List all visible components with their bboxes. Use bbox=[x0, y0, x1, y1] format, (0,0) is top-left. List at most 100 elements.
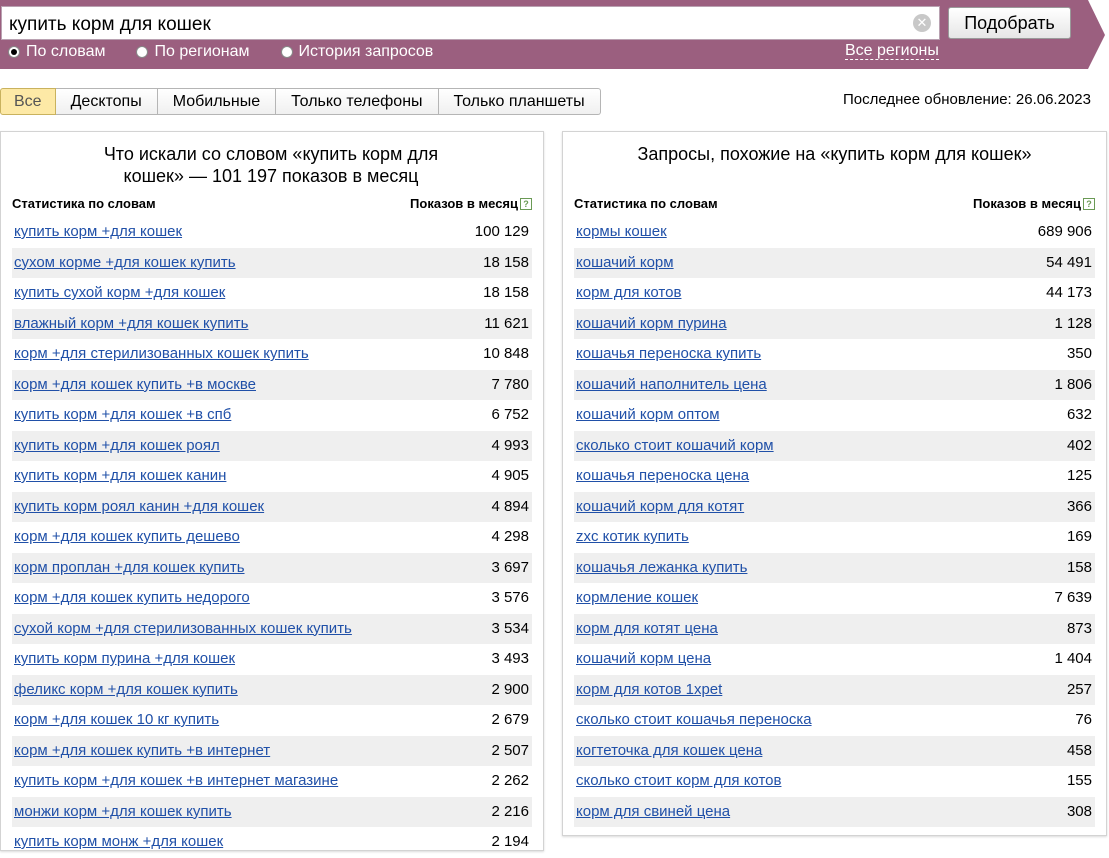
impressions-count: 76 bbox=[1075, 711, 1092, 728]
search-mode-group: По словам По регионам История запросов bbox=[8, 42, 464, 62]
table-row: сколько стоит корм для котов 155 bbox=[574, 766, 1095, 797]
query-link[interactable]: кошачья лежанка купить bbox=[576, 559, 747, 576]
query-link[interactable]: корм для котят цена bbox=[576, 620, 718, 637]
radio-by-regions[interactable]: По регионам bbox=[136, 43, 250, 61]
column-header-label: Показов в месяц bbox=[973, 196, 1081, 211]
query-link[interactable]: купить корм +для кошек bbox=[14, 223, 182, 240]
query-link[interactable]: купить корм +для кошек +в интернет магаз… bbox=[14, 772, 338, 789]
table-row: купить корм монж +для кошек 2 194 bbox=[12, 827, 532, 858]
query-link[interactable]: кошачий наполнитель цена bbox=[576, 376, 767, 393]
tab-tablets-only[interactable]: Только планшеты bbox=[438, 88, 601, 115]
query-link[interactable]: кормление кошек bbox=[576, 589, 698, 606]
tab-desktops[interactable]: Десктопы bbox=[55, 88, 158, 115]
table-row: купить корм +для кошек +в интернет магаз… bbox=[12, 766, 532, 797]
impressions-count: 1 128 bbox=[1054, 314, 1092, 332]
impressions-count: 3 534 bbox=[491, 619, 529, 637]
table-row: сколько стоит кошачья переноска 76 bbox=[574, 705, 1095, 736]
table-row: когтеточка для кошек цена 458 bbox=[574, 735, 1095, 766]
query-link[interactable]: кошачий корм bbox=[576, 254, 674, 271]
table-row: корм +для кошек купить +в москве 7 780 bbox=[12, 369, 532, 400]
query-link[interactable]: сухом корме +для кошек купить bbox=[14, 254, 236, 271]
column-header-impressions: Показов в месяц? bbox=[410, 196, 532, 211]
query-link[interactable]: купить корм роял канин +для кошек bbox=[14, 498, 264, 515]
table-header: Статистика по словам Показов в месяц? bbox=[574, 196, 1095, 214]
table-row: сколько стоит кошачий корм 402 bbox=[574, 430, 1095, 461]
radio-dot[interactable] bbox=[280, 46, 293, 58]
all-regions-link[interactable]: Все регионы bbox=[845, 43, 939, 60]
query-link[interactable]: кошачий корм пурина bbox=[576, 315, 727, 332]
query-link[interactable]: кормы кошек bbox=[576, 223, 667, 240]
query-link[interactable]: кошачий корм оптом bbox=[576, 406, 720, 423]
table-header: Статистика по словам Показов в месяц? bbox=[12, 196, 532, 214]
query-link[interactable]: купить сухой корм +для кошек bbox=[14, 284, 225, 301]
query-link[interactable]: кошачья переноска купить bbox=[576, 345, 761, 362]
help-icon[interactable]: ? bbox=[520, 198, 532, 210]
query-link[interactable]: купить корм +для кошек +в спб bbox=[14, 406, 231, 423]
query-link[interactable]: когтеточка для кошек цена bbox=[576, 742, 762, 759]
query-link[interactable]: кошачья переноска цена bbox=[576, 467, 749, 484]
impressions-count: 10 848 bbox=[483, 345, 529, 362]
query-link[interactable]: корм +для стерилизованных кошек купить bbox=[14, 345, 309, 362]
table-row: корм проплан +для кошек купить 3 697 bbox=[12, 552, 532, 583]
impressions-count: 873 bbox=[1066, 619, 1092, 637]
query-link[interactable]: корм +для кошек купить +в москве bbox=[14, 376, 256, 393]
query-link[interactable]: купить корм пурина +для кошек bbox=[14, 650, 235, 667]
tab-all[interactable]: Все bbox=[0, 88, 56, 115]
impressions-count: 7 780 bbox=[491, 375, 529, 393]
query-link[interactable]: кошачий корм цена bbox=[576, 650, 711, 667]
impressions-count: 4 894 bbox=[491, 497, 529, 515]
query-link[interactable]: корм для котов bbox=[576, 284, 681, 301]
table-row: кошачья лежанка купить 158 bbox=[574, 552, 1095, 583]
impressions-count: 2 507 bbox=[491, 741, 529, 759]
query-link[interactable]: zxc котик купить bbox=[576, 528, 689, 545]
query-link[interactable]: корм +для кошек купить +в интернет bbox=[14, 742, 270, 759]
column-header-words: Статистика по словам bbox=[574, 196, 718, 211]
query-link[interactable]: купить корм +для кошек роял bbox=[14, 437, 220, 454]
table-row: корм +для кошек 10 кг купить 2 679 bbox=[12, 705, 532, 736]
radio-by-words[interactable]: По словам bbox=[8, 43, 105, 61]
query-link[interactable]: сколько стоит корм для котов bbox=[576, 772, 781, 789]
query-link[interactable]: кошачий корм для котят bbox=[576, 498, 744, 515]
query-link[interactable]: корм +для кошек 10 кг купить bbox=[14, 711, 219, 728]
table-row: купить корм +для кошек +в спб 6 752 bbox=[12, 400, 532, 431]
table-row: купить корм роял канин +для кошек 4 894 bbox=[12, 491, 532, 522]
query-link[interactable]: купить корм +для кошек канин bbox=[14, 467, 226, 484]
table-row: корм для котят цена 873 bbox=[574, 613, 1095, 644]
pick-button[interactable]: Подобрать bbox=[948, 7, 1071, 39]
query-link[interactable]: корм проплан +для кошек купить bbox=[14, 559, 245, 576]
similar-table: кормы кошек 689 906 кошачий корм 54 491 корм… bbox=[574, 217, 1095, 827]
table-row: купить корм +для кошек роял 4 993 bbox=[12, 430, 532, 461]
query-link[interactable]: сколько стоит кошачий корм bbox=[576, 437, 774, 454]
query-link[interactable]: корм для свиней цена bbox=[576, 803, 730, 820]
clear-icon[interactable]: ✕ bbox=[913, 14, 931, 32]
impressions-count: 18 158 bbox=[483, 253, 529, 271]
query-link[interactable]: феликс корм +для кошек купить bbox=[14, 681, 238, 698]
tab-mobile[interactable]: Мобильные bbox=[157, 88, 277, 115]
query-link[interactable]: влажный корм +для кошек купить bbox=[14, 315, 248, 332]
table-row: купить сухой корм +для кошек 18 158 bbox=[12, 278, 532, 309]
query-link[interactable]: монжи корм +для кошек купить bbox=[14, 803, 232, 820]
table-row: кормы кошек 689 906 bbox=[574, 217, 1095, 248]
device-tabs: Все Десктопы Мобильные Только телефоны Т… bbox=[0, 88, 601, 115]
words-table: купить корм +для кошек 100 129 сухом корме… bbox=[12, 217, 532, 858]
radio-label: По словам bbox=[26, 43, 106, 60]
table-row: корм +для кошек купить недорого 3 576 bbox=[12, 583, 532, 614]
help-icon[interactable]: ? bbox=[1083, 198, 1095, 210]
radio-label: По регионам bbox=[154, 43, 250, 60]
query-link[interactable]: корм для котов 1xpet bbox=[576, 681, 722, 698]
query-link[interactable]: корм +для кошек купить недорого bbox=[14, 589, 250, 606]
query-link[interactable]: сколько стоит кошачья переноска bbox=[576, 711, 812, 728]
column-header-impressions: Показов в месяц? bbox=[973, 196, 1095, 211]
radio-dot[interactable] bbox=[8, 46, 20, 58]
table-row: кошачья переноска цена 125 bbox=[574, 461, 1095, 492]
radio-dot[interactable] bbox=[136, 46, 149, 58]
tab-phones-only[interactable]: Только телефоны bbox=[276, 88, 439, 115]
impressions-count: 4 298 bbox=[491, 528, 529, 545]
table-row: корм для свиней цена 308 bbox=[574, 796, 1095, 827]
search-input[interactable] bbox=[1, 6, 940, 40]
query-link[interactable]: сухой корм +для стерилизованных кошек ку… bbox=[14, 620, 352, 637]
radio-query-history[interactable]: История запросов bbox=[280, 43, 433, 61]
query-link[interactable]: корм +для кошек купить дешево bbox=[14, 528, 240, 545]
impressions-count: 158 bbox=[1066, 558, 1092, 576]
panel-title: Запросы, похожие на «купить корм для кош… bbox=[637, 144, 1032, 164]
